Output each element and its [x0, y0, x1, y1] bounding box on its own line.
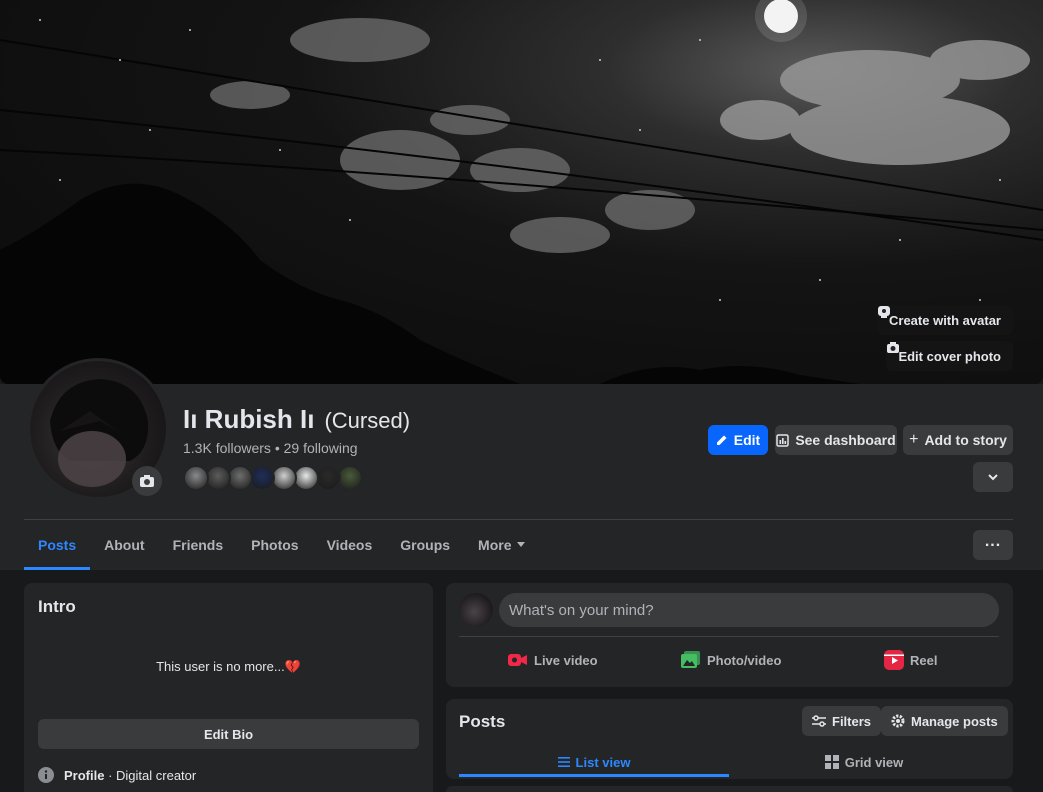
composer-avatar[interactable] [459, 593, 493, 627]
edit-bio-button[interactable]: Edit Bio [38, 719, 419, 749]
ellipsis-icon: ... [984, 533, 1002, 550]
live-video-button[interactable]: Live video [508, 649, 598, 671]
tab-posts-label: Posts [38, 537, 77, 553]
post-composer: What's on your mind? Live video Photo/vi… [446, 583, 1013, 687]
create-with-avatar-label: Create with avatar [889, 312, 1001, 328]
grid-view-tab[interactable]: Grid view [729, 747, 999, 777]
grid-icon [824, 755, 839, 769]
grid-view-label: Grid view [844, 754, 904, 770]
profile-category-text: · Digital creator [104, 767, 197, 783]
dashboard-icon [776, 433, 790, 447]
tab-friends[interactable]: Friends [159, 520, 238, 570]
composer-divider [459, 636, 999, 637]
alternate-name: (Cursed) [324, 408, 411, 433]
reel-label: Reel [910, 652, 938, 668]
manage-posts-label: Manage posts [911, 713, 998, 729]
tab-friends-label: Friends [172, 537, 224, 553]
photo-video-button[interactable]: Photo/video [681, 649, 781, 671]
more-options-button[interactable]: ... [973, 530, 1013, 560]
create-with-avatar-button[interactable]: Create with avatar [877, 305, 1013, 335]
gear-icon [891, 714, 905, 728]
tab-videos-label: Videos [326, 537, 373, 553]
live-video-label: Live video [534, 652, 598, 668]
tab-groups-label: Groups [400, 537, 451, 553]
see-dashboard-label: See dashboard [795, 432, 896, 448]
list-view-tab[interactable]: List view [459, 747, 729, 777]
list-view-label: List view [575, 754, 631, 770]
intro-card: Intro This user is no more...💔 Edit Bio … [24, 583, 433, 792]
info-icon [38, 767, 54, 783]
profile-name: Iı Rubish Iı (Cursed) [183, 404, 410, 435]
whats-on-your-mind-input[interactable]: What's on your mind? [499, 593, 999, 627]
add-to-story-button[interactable]: + Add to story [903, 425, 1013, 455]
profile-page: Create with avatar Edit cover photo Iı R… [0, 0, 1043, 792]
tab-groups[interactable]: Groups [386, 520, 464, 570]
tab-more-label: More [478, 537, 512, 553]
filters-label: Filters [832, 713, 872, 729]
posts-card: Posts Filters Manage posts List view Gri… [446, 699, 1013, 779]
tab-photos-label: Photos [251, 537, 299, 553]
add-to-story-label: Add to story [924, 432, 1007, 448]
profile-category: Profile · Digital creator [38, 767, 196, 783]
filters-button[interactable]: Filters [802, 706, 882, 736]
edit-cover-photo-label: Edit cover photo [898, 348, 1001, 364]
plus-icon: + [909, 431, 919, 448]
tab-about[interactable]: About [90, 520, 158, 570]
broken-heart-icon: 💔 [284, 659, 301, 674]
display-name: Iı Rubish Iı [183, 404, 315, 434]
camera-icon [887, 342, 900, 353]
reel-button[interactable]: Reel [884, 649, 937, 671]
camera-icon [140, 475, 154, 487]
posts-title: Posts [459, 712, 506, 731]
edit-profile-label: Edit [733, 432, 761, 448]
edit-cover-photo-button[interactable]: Edit cover photo [886, 341, 1013, 371]
profile-options-dropdown[interactable] [973, 462, 1013, 492]
live-video-icon [508, 654, 527, 666]
tab-photos[interactable]: Photos [237, 520, 312, 570]
photo-video-icon [681, 651, 700, 668]
cover-photo[interactable]: Create with avatar Edit cover photo [0, 0, 1043, 384]
see-dashboard-button[interactable]: See dashboard [775, 425, 897, 455]
edit-bio-label: Edit Bio [203, 726, 254, 742]
photo-video-label: Photo/video [707, 652, 782, 668]
avatar-sticker-icon [878, 306, 890, 318]
friend-avatars[interactable] [183, 465, 363, 491]
filters-icon [812, 715, 826, 727]
bio-text-label: This user is no more... [156, 659, 285, 674]
caret-down-icon [517, 542, 526, 547]
view-switcher: List view Grid view [459, 747, 999, 777]
tab-more[interactable]: More [464, 520, 539, 570]
intro-title: Intro [38, 597, 76, 616]
friend-avatar[interactable] [183, 465, 209, 491]
manage-posts-button[interactable]: Manage posts [881, 706, 1008, 736]
list-icon [557, 757, 570, 767]
tab-about-label: About [104, 537, 145, 553]
followers-count[interactable]: 1.3K followers • 29 following [183, 440, 358, 456]
bio-text: This user is no more...💔 [24, 659, 433, 675]
pencil-icon [716, 435, 727, 445]
chevron-down-icon [988, 474, 998, 481]
profile-tabs: Posts About Friends Photos Videos Groups… [24, 520, 539, 570]
profile-label: Profile [64, 767, 105, 783]
next-card-edge [446, 786, 1013, 792]
edit-profile-button[interactable]: Edit [708, 425, 768, 455]
tab-posts[interactable]: Posts [24, 520, 91, 570]
reel-icon [884, 650, 904, 670]
update-profile-picture-button[interactable] [132, 466, 162, 496]
tab-videos[interactable]: Videos [313, 520, 387, 570]
